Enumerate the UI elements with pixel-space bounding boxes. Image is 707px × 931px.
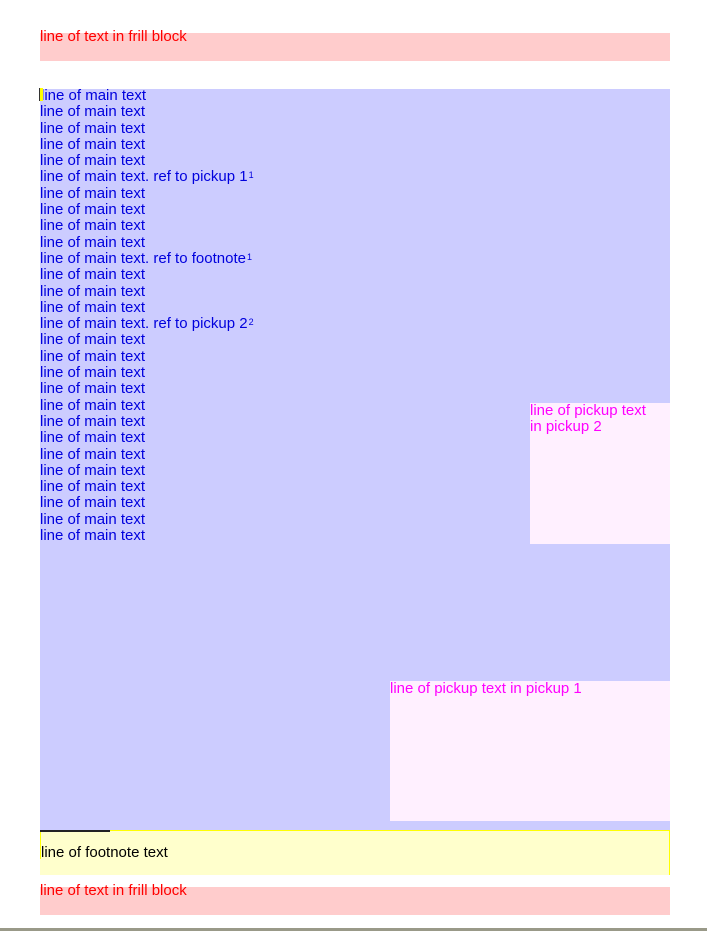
footnote-separator-rule bbox=[40, 830, 110, 832]
main-text-line: line of main text bbox=[40, 332, 254, 348]
main-text-content: line of main text bbox=[40, 217, 146, 235]
main-text-line: line of main text bbox=[40, 267, 254, 283]
main-text-line: line of main text bbox=[40, 282, 254, 300]
reference-marker[interactable]: 1 bbox=[249, 170, 254, 180]
pickup-2-line-1: line of pickup text bbox=[530, 402, 646, 419]
main-lines: line of main text line of main text line o… bbox=[39, 87, 254, 544]
main-text-block: line of main text line of main text line o… bbox=[39, 87, 670, 830]
footnote-left-edge bbox=[40, 831, 41, 859]
pickup-2-line-2: in pickup 2 bbox=[530, 418, 602, 435]
main-text-line: line of main text bbox=[40, 347, 254, 365]
main-text-content: line of main text bbox=[40, 152, 146, 170]
text-cursor bbox=[39, 88, 43, 101]
main-text-line: line of main text bbox=[40, 135, 254, 153]
main-text-content: line of main text bbox=[41, 87, 147, 104]
main-text-line: line of main text bbox=[40, 495, 254, 511]
reference-marker[interactable]: 1 bbox=[247, 252, 252, 262]
main-text-line: line of main text bbox=[40, 445, 254, 463]
main-text-content: line of main text bbox=[40, 298, 146, 316]
main-text-content: line of main text bbox=[40, 494, 146, 512]
main-text-line: line of main text bbox=[40, 153, 254, 169]
main-text-content: line of main text. ref to pickup 1 bbox=[40, 168, 248, 186]
main-text-line: line of main text bbox=[40, 396, 254, 414]
main-text-line: line of main text bbox=[40, 461, 254, 479]
main-text-content: line of main text bbox=[40, 527, 146, 545]
main-text-content: line of main text bbox=[40, 347, 146, 365]
frill-block-bottom: line of text in frill block bbox=[40, 882, 670, 915]
main-text-line: line of main text bbox=[40, 365, 254, 381]
main-text-content: line of main text bbox=[40, 380, 146, 398]
main-text-line: line of main text. ref to pickup 11 bbox=[40, 169, 254, 185]
main-text-line: line of main text. ref to pickup 22 bbox=[40, 316, 254, 332]
reference-marker[interactable]: 2 bbox=[249, 317, 254, 327]
main-text-content: line of main text bbox=[40, 331, 146, 349]
frill-text: line of text in frill block bbox=[40, 28, 187, 45]
pickup-box-1: line of pickup text in pickup 1 bbox=[390, 681, 670, 821]
main-text-content: line of main text bbox=[40, 364, 146, 382]
footnote-block: line of footnote text bbox=[40, 830, 670, 875]
main-text-line: line of main text bbox=[40, 298, 254, 316]
main-text-content: line of main text bbox=[40, 135, 146, 153]
main-text-line: line of main text bbox=[40, 412, 254, 430]
main-text-content: line of main text bbox=[40, 119, 146, 137]
main-text-content: line of main text bbox=[40, 282, 146, 300]
main-text-line: line of main text bbox=[40, 202, 254, 218]
main-text-line: line of main text bbox=[40, 233, 254, 251]
pickup-box-2: line of pickup text in pickup 2 bbox=[530, 403, 670, 544]
main-text-content: line of main text bbox=[40, 233, 146, 251]
main-text-content: line of main text. ref to pickup 2 bbox=[40, 315, 248, 333]
main-text-content: line of main text bbox=[40, 412, 146, 430]
main-text-line: line of main text bbox=[40, 119, 254, 137]
main-text-line: line of main text bbox=[40, 510, 254, 528]
main-text-content: line of main text bbox=[40, 510, 146, 528]
main-text-content: line of main text bbox=[40, 201, 146, 219]
frill-block-top: line of text in frill block bbox=[40, 28, 670, 61]
main-text-content: line of main text bbox=[40, 429, 146, 447]
main-text-content: line of main text bbox=[40, 184, 146, 202]
frill-text: line of text in frill block bbox=[40, 882, 187, 899]
main-text-content: line of main text bbox=[40, 461, 146, 479]
pickup-1-text: line of pickup text in pickup 1 bbox=[390, 680, 582, 697]
main-text-content: line of main text bbox=[40, 445, 146, 463]
main-text-line: line of main text. ref to footnote1 bbox=[40, 249, 254, 267]
main-text-content: line of main text bbox=[40, 396, 146, 414]
main-text-content: line of main text bbox=[40, 478, 146, 496]
main-text-line: line of main text bbox=[40, 430, 254, 446]
main-text-line: line of main text bbox=[40, 381, 254, 397]
main-text-line: line of main text bbox=[40, 218, 254, 234]
main-text-content: line of main text bbox=[40, 266, 146, 284]
main-text-line: line of main text bbox=[40, 104, 254, 120]
footnote-text: line of footnote text bbox=[41, 844, 168, 861]
main-text-content: line of main text. ref to footnote bbox=[40, 249, 246, 267]
main-text-line: line of main text bbox=[40, 528, 254, 544]
main-text-line: line of main text bbox=[39, 87, 254, 104]
main-text-content: line of main text bbox=[40, 103, 146, 121]
main-text-line: line of main text bbox=[40, 184, 254, 202]
main-text-line: line of main text bbox=[40, 479, 254, 495]
